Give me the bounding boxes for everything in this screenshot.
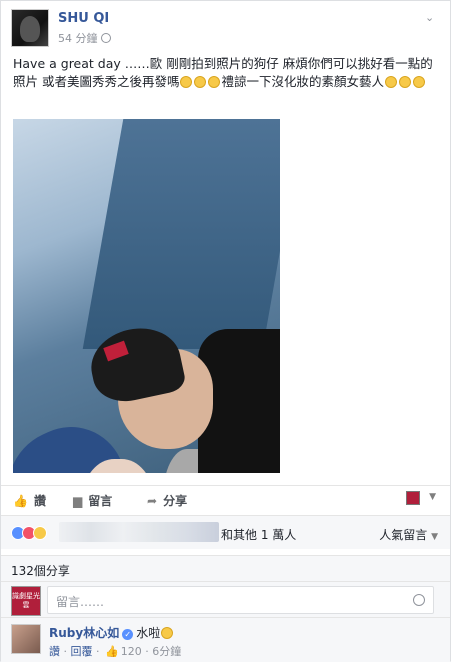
reaction-others[interactable]: 和其他 1 萬人 bbox=[221, 526, 296, 543]
author-name[interactable]: SHU QI bbox=[58, 11, 109, 26]
comment-label: 留言 bbox=[88, 494, 113, 508]
blurred-names bbox=[59, 522, 219, 542]
caret-down-icon[interactable]: ▼ bbox=[429, 492, 436, 502]
shares-row: 132個分享 bbox=[1, 555, 450, 581]
comment-item: Ruby林心如 ✓ 水啦 讚 · 回覆 · 👍 120 · 6分鐘 bbox=[1, 617, 450, 662]
comment-header: Ruby林心如 ✓ 水啦 bbox=[49, 624, 174, 641]
comment-sort-label: 人氣留言 bbox=[379, 528, 428, 542]
share-button[interactable]: ➦ 分享 bbox=[147, 492, 187, 509]
comment-input[interactable]: 留言…… bbox=[47, 586, 434, 614]
laugh-emoji-icon bbox=[413, 76, 425, 88]
haha-reaction-icon bbox=[33, 526, 47, 540]
comment-composer: 識劇星光雲 留言…… bbox=[1, 581, 450, 617]
post-header: SHU QI 54 分鐘 ⌄ bbox=[11, 9, 443, 49]
camera-icon[interactable] bbox=[413, 594, 425, 606]
smile-emoji-icon bbox=[208, 76, 221, 88]
post-time-text[interactable]: 54 分鐘 bbox=[58, 32, 98, 45]
thumbs-up-icon: 👍 bbox=[105, 645, 119, 658]
thumbs-up-icon: 👍 bbox=[13, 494, 28, 508]
comment-time[interactable]: 6分鐘 bbox=[152, 645, 181, 658]
shares-count[interactable]: 132個分享 bbox=[11, 562, 70, 579]
comment-input-placeholder: 留言…… bbox=[56, 595, 105, 609]
author-avatar[interactable] bbox=[11, 9, 49, 47]
like-label: 讚 bbox=[33, 494, 46, 508]
post-card: SHU QI 54 分鐘 ⌄ Have a great day ……歐 剛剛拍到… bbox=[0, 0, 451, 662]
share-label: 分享 bbox=[163, 494, 188, 508]
comment-like-link[interactable]: 讚 bbox=[49, 645, 60, 658]
comment-icon: ▆ bbox=[73, 494, 83, 508]
caret-down-icon: ▼ bbox=[431, 532, 438, 542]
reaction-icons[interactable] bbox=[11, 526, 47, 543]
globe-icon bbox=[100, 33, 111, 43]
comment-text: 水啦 bbox=[136, 626, 161, 640]
page-identity-avatar[interactable] bbox=[406, 491, 420, 505]
page-avatar[interactable]: 識劇星光雲 bbox=[11, 586, 41, 616]
comment-sort-menu[interactable]: 人氣留言 ▼ bbox=[379, 526, 438, 543]
post-text-tail: 禮諒一下沒化妝的素顏女藝人 bbox=[221, 74, 384, 89]
post-text: Have a great day ……歐 剛剛拍到照片的狗仔 麻煩你們可以挑好看… bbox=[13, 55, 441, 91]
smile-emoji-icon bbox=[180, 76, 193, 88]
comment-meta: 讚 · 回覆 · 👍 120 · 6分鐘 bbox=[49, 645, 182, 658]
post-photo[interactable] bbox=[13, 119, 280, 473]
smile-emoji-icon bbox=[194, 76, 207, 88]
verified-badge-icon: ✓ bbox=[122, 629, 134, 640]
laugh-emoji-icon bbox=[385, 76, 397, 88]
share-arrow-icon: ➦ bbox=[147, 494, 158, 508]
comment-like-count[interactable]: 120 bbox=[121, 645, 142, 658]
reactions-summary: 和其他 1 萬人 人氣留言 ▼ bbox=[1, 515, 450, 549]
post-actions-bar: 👍 讚 ▆ 留言 ➦ 分享 ▼ bbox=[1, 485, 450, 511]
commenter-name[interactable]: Ruby林心如 bbox=[49, 626, 119, 640]
like-button[interactable]: 👍 讚 bbox=[13, 492, 46, 509]
laugh-emoji-icon bbox=[399, 76, 411, 88]
comment-button[interactable]: ▆ 留言 bbox=[73, 492, 112, 509]
post-time[interactable]: 54 分鐘 bbox=[58, 30, 111, 46]
comment-reply-link[interactable]: 回覆 bbox=[71, 645, 93, 658]
commenter-avatar[interactable] bbox=[11, 624, 41, 654]
chevron-down-icon[interactable]: ⌄ bbox=[425, 11, 437, 24]
smile-emoji-icon bbox=[161, 627, 174, 639]
